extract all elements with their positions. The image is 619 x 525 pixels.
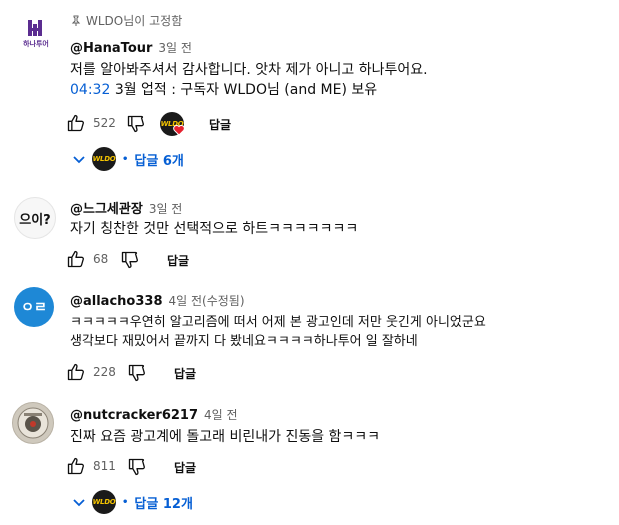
thumbs-down-icon <box>121 251 138 269</box>
comment-time[interactable]: 4일 전 <box>204 408 238 422</box>
comment-author[interactable]: @HanaTour <box>70 41 152 56</box>
heart-icon <box>173 124 185 136</box>
comment-header: @HanaTour 3일 전 <box>70 39 192 56</box>
dislike-button[interactable] <box>127 363 147 383</box>
avatar-label: 으이? <box>19 213 51 228</box>
like-button[interactable] <box>66 456 86 476</box>
nutcracker-badge-icon <box>17 407 49 439</box>
replies-count: 답글 6개 <box>134 153 184 169</box>
dislike-button[interactable] <box>126 114 146 134</box>
chevron-down-icon <box>72 152 86 166</box>
dislike-button[interactable] <box>127 457 147 477</box>
comment-author[interactable]: @느그세관장 <box>70 202 143 217</box>
avatar-user[interactable]: 으이? <box>14 197 56 239</box>
pin-icon <box>70 15 82 27</box>
like-button[interactable] <box>66 249 86 269</box>
reply-button[interactable]: 답글 <box>167 252 189 269</box>
like-button[interactable] <box>66 113 86 133</box>
comment-header: @nutcracker6217 4일 전 <box>70 406 238 423</box>
creator-heart: WLDO <box>160 112 185 136</box>
view-replies-button[interactable]: WLDO • 답글 12개 <box>72 490 193 514</box>
avatar-label: ㅇㄹ <box>21 300 47 316</box>
like-count: 811 <box>93 459 116 473</box>
view-replies-button[interactable]: WLDO • 답글 6개 <box>72 147 184 171</box>
comment-text: 자기 칭찬한 것만 선택적으로 하트ㅋㅋㅋㅋㅋㅋㅋ <box>70 221 359 237</box>
comment-text-line2: 생각보다 재밌어서 끝까지 다 봤네요ㅋㅋㅋㅋ하나투어 일 잘하네 <box>70 334 418 349</box>
comment-time[interactable]: 4일 전(수정됨) <box>169 294 245 308</box>
comment-text: 저를 알아봐주셔서 감사합니다. 앗차 제가 아니고 하나투어요. <box>70 62 428 78</box>
like-count: 68 <box>93 252 109 266</box>
comment-text: 진짜 요즘 광고계에 돌고래 비린내가 진동을 함ㅋㅋㅋ <box>70 429 381 445</box>
thumbs-down-icon <box>128 458 145 476</box>
dot-separator: • <box>122 496 129 508</box>
replies-count: 답글 12개 <box>134 496 193 512</box>
like-count: 228 <box>93 365 116 379</box>
comment-header: @느그세관장 3일 전 <box>70 198 182 217</box>
comment-header: @allacho338 4일 전(수정됨) <box>70 292 245 309</box>
timestamp-link[interactable]: 04:32 <box>70 82 110 98</box>
chevron-down-icon <box>72 495 86 509</box>
like-button[interactable] <box>66 362 86 382</box>
comment-author[interactable]: @allacho338 <box>70 294 163 309</box>
reply-button[interactable]: 답글 <box>174 459 196 476</box>
comment-time[interactable]: 3일 전 <box>149 202 183 216</box>
like-count: 522 <box>93 116 116 130</box>
thumbs-up-icon <box>67 457 84 475</box>
reply-button[interactable]: 답글 <box>209 116 231 133</box>
avatar-user[interactable]: ㅇㄹ <box>14 287 54 327</box>
comment-time[interactable]: 3일 전 <box>158 41 192 55</box>
creator-avatar: WLDO <box>92 147 116 171</box>
avatar-label: 하나투어 <box>23 40 49 48</box>
pinned-label: WLDO님이 고정함 <box>70 12 182 29</box>
thumbs-up-icon <box>67 114 84 132</box>
dislike-button[interactable] <box>120 250 140 270</box>
avatar-hanatour[interactable]: 하나투어 <box>16 14 56 54</box>
creator-avatar: WLDO <box>92 490 116 514</box>
reply-button[interactable]: 답글 <box>174 365 196 382</box>
avatar-user[interactable] <box>12 402 54 444</box>
comment-text: ㅋㅋㅋㅋㅋ우연히 알고리즘에 떠서 어제 본 광고인데 저만 웃긴게 아니었군요 <box>70 315 486 330</box>
comment-author[interactable]: @nutcracker6217 <box>70 408 198 423</box>
thumbs-up-icon <box>67 250 84 268</box>
dot-separator: • <box>122 153 129 165</box>
thumbs-down-icon <box>127 115 144 133</box>
thumbs-down-icon <box>128 364 145 382</box>
thumbs-up-icon <box>67 363 84 381</box>
comment-text-line2: 04:32 3월 업적 : 구독자 WLDO님 (and ME) 보유 <box>70 82 378 98</box>
